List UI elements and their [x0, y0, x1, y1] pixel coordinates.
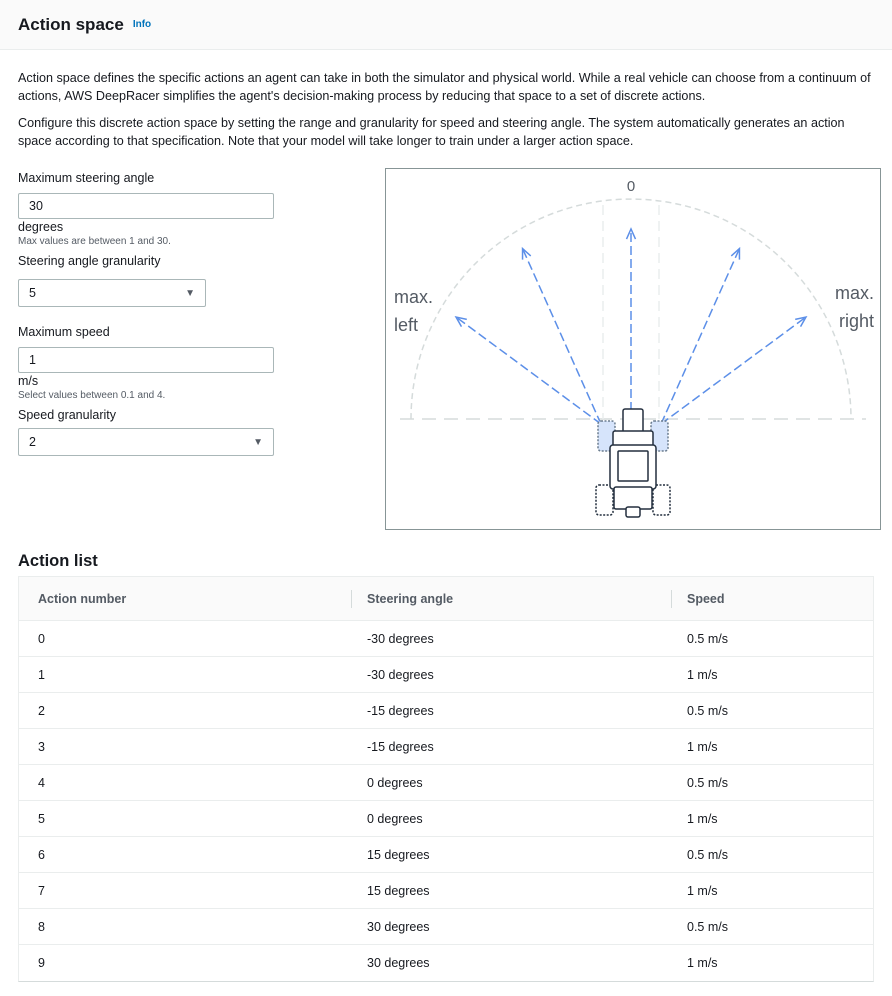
info-link[interactable]: Info: [133, 19, 151, 30]
max-speed-label: Maximum speed: [18, 325, 110, 339]
column-header-speed[interactable]: Speed: [671, 577, 873, 620]
max-steering-input[interactable]: [18, 193, 274, 219]
action-number-cell: 4: [38, 775, 45, 790]
max-left-label-1: max.: [394, 287, 433, 307]
steering-arrows: [454, 227, 808, 425]
content: Action space defines the specific action…: [0, 50, 892, 982]
max-left-label-2: left: [394, 315, 418, 335]
steering-angle-cell: 0 degrees: [367, 811, 423, 826]
arrow-head-icon: [730, 246, 741, 260]
steering-arrow-line: [660, 316, 807, 425]
action-number-cell: 7: [38, 883, 45, 898]
action-number-cell: 6: [38, 847, 45, 862]
action-list-table: Action number Steering angle Speed 0 -30 …: [18, 576, 874, 982]
speed-cell: 1 m/s: [687, 739, 718, 754]
action-number-cell: 5: [38, 811, 45, 826]
steering-arc-line: [410, 198, 852, 420]
table-row: 2 -15 degrees 0.5 m/s: [19, 693, 873, 729]
action-number-cell: 9: [38, 956, 45, 970]
action-space-config: Maximum steering angle degrees Max value…: [18, 150, 881, 530]
speed-cell: 0.5 m/s: [687, 775, 728, 790]
action-list-title: Action list: [18, 552, 98, 570]
steering-angle-cell: -15 degrees: [367, 739, 434, 754]
rear-left-wheel: [595, 484, 614, 516]
action-number-cell: 8: [38, 919, 45, 934]
table-row: 0 -30 degrees 0.5 m/s: [19, 621, 873, 657]
action-number-cell: 0: [38, 631, 45, 646]
table-row: 1 -30 degrees 1 m/s: [19, 657, 873, 693]
steering-angle-cell: 0 degrees: [367, 775, 423, 790]
chevron-down-icon: ▼: [253, 436, 263, 448]
steering-arrow-line: [455, 316, 602, 425]
action-number-cell: 3: [38, 739, 45, 754]
center-label: 0: [627, 178, 635, 195]
page-title: Action space: [18, 14, 124, 34]
max-speed-hint: Select values between 0.1 and 4.: [18, 390, 166, 401]
max-speed-unit: m/s: [18, 374, 39, 388]
steering-granularity-select[interactable]: 5 ▼: [18, 279, 206, 307]
table-row: 6 15 degrees 0.5 m/s: [19, 837, 873, 873]
table-header: Action number Steering angle Speed: [19, 577, 873, 621]
vehicle-icon: [595, 408, 671, 518]
vehicle-sensor: [622, 408, 644, 434]
speed-granularity-label: Speed granularity: [18, 408, 116, 422]
action-space-diagram: 0 max. left max. right: [385, 168, 881, 530]
vehicle-rear: [613, 486, 653, 510]
steering-angle-cell: -30 degrees: [367, 667, 434, 682]
table-row: 8 30 degrees 0.5 m/s: [19, 909, 873, 945]
steering-arrow-line: [660, 248, 741, 425]
speed-cell: 1 m/s: [687, 883, 718, 898]
description-paragraph-1: Action space defines the specific action…: [18, 71, 871, 103]
speed-cell: 0.5 m/s: [687, 847, 728, 862]
steering-angle-cell: 30 degrees: [367, 956, 430, 970]
steering-granularity-value: 5: [29, 286, 36, 300]
speed-cell: 0.5 m/s: [687, 703, 728, 718]
section-header: Action space Info: [0, 0, 892, 50]
table-body: 0 -30 degrees 0.5 m/s 1 -30 degrees 1 m/s 2 -15…: [19, 621, 873, 981]
vehicle-bumper: [625, 506, 641, 518]
max-speed-input[interactable]: [18, 347, 274, 373]
steering-angle-cell: 30 degrees: [367, 919, 430, 934]
max-right-label-2: right: [839, 311, 874, 331]
table-row: 4 0 degrees 0.5 m/s: [19, 765, 873, 801]
table-row: 9 30 degrees 1 m/s: [19, 945, 873, 981]
max-right-label-1: max.: [835, 283, 874, 303]
max-steering-unit: degrees: [18, 220, 64, 234]
steering-granularity-label: Steering angle granularity: [18, 254, 161, 268]
action-number-cell: 1: [38, 667, 45, 682]
column-header-steering-angle[interactable]: Steering angle: [351, 577, 671, 620]
speed-cell: 1 m/s: [687, 811, 718, 826]
steering-angle-cell: -15 degrees: [367, 703, 434, 718]
chevron-down-icon: ▼: [185, 287, 195, 299]
action-number-cell: 2: [38, 703, 45, 718]
action-space-form: Maximum steering angle degrees Max value…: [18, 150, 318, 456]
rear-right-wheel: [652, 484, 671, 516]
steering-angle-cell: 15 degrees: [367, 847, 430, 862]
speed-granularity-value: 2: [29, 435, 36, 449]
table-row: 7 15 degrees 1 m/s: [19, 873, 873, 909]
speed-granularity-select[interactable]: 2 ▼: [18, 428, 274, 456]
table-row: 5 0 degrees 1 m/s: [19, 801, 873, 837]
column-header-action-number[interactable]: Action number: [19, 577, 351, 620]
steering-diagram-svg: 0 max. left max. right: [394, 178, 874, 518]
steering-arrow-line: [521, 248, 602, 425]
steering-angle-cell: 15 degrees: [367, 883, 430, 898]
arrow-head-icon: [521, 246, 532, 260]
table-row: 3 -15 degrees 1 m/s: [19, 729, 873, 765]
max-steering-hint: Max values are between 1 and 30.: [18, 236, 171, 247]
description-paragraph-2: Configure this discrete action space by …: [18, 116, 845, 148]
speed-cell: 0.5 m/s: [687, 919, 728, 934]
steering-angle-cell: -30 degrees: [367, 631, 434, 646]
speed-cell: 1 m/s: [687, 956, 718, 970]
speed-cell: 0.5 m/s: [687, 631, 728, 646]
speed-cell: 1 m/s: [687, 667, 718, 682]
max-steering-label: Maximum steering angle: [18, 171, 155, 185]
